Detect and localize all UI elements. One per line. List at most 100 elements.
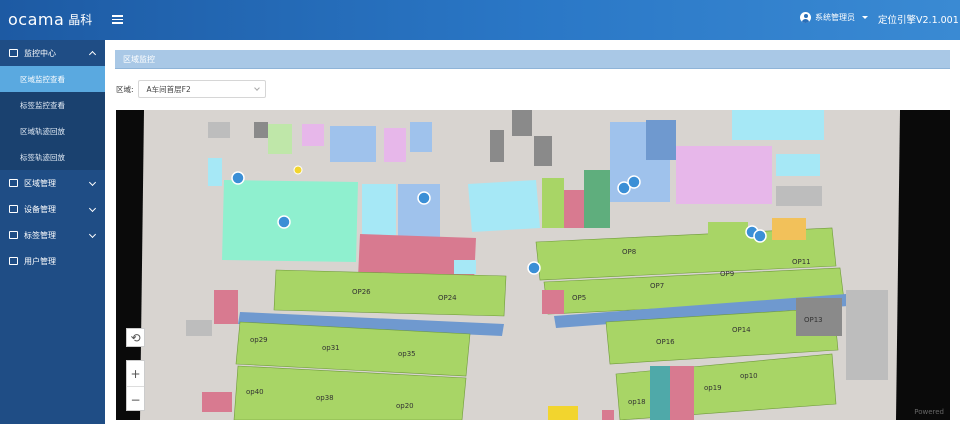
area-select-value: A车间首层F2 <box>146 84 191 94</box>
map-area <box>732 110 824 140</box>
map-area <box>584 170 610 228</box>
map-area-op-row <box>273 269 507 317</box>
location-pin-icon[interactable] <box>753 229 767 243</box>
sidebar-group-area[interactable]: 区域管理 <box>0 170 105 196</box>
sidebar-group-tag[interactable]: 标签管理 <box>0 222 105 248</box>
area-select[interactable]: A车间首层F2 <box>137 80 266 98</box>
map-area <box>208 158 222 186</box>
area-filter-label: 区域: <box>116 84 134 94</box>
area-label: OP24 <box>438 294 457 302</box>
map-area <box>468 180 540 232</box>
location-pin-icon[interactable] <box>293 165 303 175</box>
version-label: 定位引擎V2.1.001 <box>878 15 959 26</box>
map-area <box>454 260 476 274</box>
sidebar-group-monitor[interactable]: 监控中心 <box>0 40 105 66</box>
location-pin-icon[interactable] <box>527 261 541 275</box>
chevron-up-icon <box>88 50 97 59</box>
sidebar-item-tag-playback[interactable]: 标签轨迹回放 <box>0 144 105 170</box>
sidebar-group-device[interactable]: 设备管理 <box>0 196 105 222</box>
tag-icon <box>9 231 18 239</box>
location-pin-icon[interactable] <box>277 215 291 229</box>
floor-map[interactable]: OP26 OP24 OP8 OP9 OP11 OP5 OP7 OP14 OP13… <box>116 110 950 420</box>
map-area <box>542 290 564 314</box>
map-area <box>268 124 292 154</box>
sidebar-group-user[interactable]: 用户管理 <box>0 248 105 274</box>
map-area <box>186 320 212 336</box>
map-area <box>772 218 806 240</box>
sidebar-group-label: 区域管理 <box>24 178 56 188</box>
area-label: OP7 <box>650 282 664 290</box>
map-area <box>214 290 238 324</box>
user-name: 系统管理员 <box>815 13 855 22</box>
map-area <box>254 122 268 138</box>
map-area <box>330 126 376 162</box>
map-watermark: Powered <box>914 408 944 416</box>
menu-toggle-icon[interactable] <box>112 13 123 24</box>
map-area <box>650 366 670 420</box>
floor-map-canvas[interactable]: OP26 OP24 OP8 OP9 OP11 OP5 OP7 OP14 OP13… <box>116 110 950 420</box>
sidebar-group-label: 用户管理 <box>24 256 56 266</box>
area-label: op40 <box>246 388 264 396</box>
logo-cn: 晶科 <box>68 12 93 27</box>
sidebar-item-area-playback[interactable]: 区域轨迹回放 <box>0 118 105 144</box>
map-area <box>776 186 822 206</box>
location-pin-icon[interactable] <box>417 191 431 205</box>
map-area <box>512 110 532 136</box>
area-icon <box>9 179 18 187</box>
user-avatar-icon <box>800 12 811 23</box>
map-area <box>410 122 432 152</box>
area-label: OP5 <box>572 294 586 302</box>
chevron-down-icon <box>88 230 97 239</box>
rotate-map-button[interactable]: ⟲ <box>126 328 145 347</box>
chevron-down-icon <box>88 204 97 213</box>
area-label: OP11 <box>792 258 811 266</box>
map-area <box>208 122 230 138</box>
map-area <box>846 290 888 380</box>
map-area <box>302 124 324 146</box>
location-pin-icon[interactable] <box>231 171 245 185</box>
area-label: op35 <box>398 350 416 358</box>
panel-title: 区域监控 <box>115 50 950 69</box>
area-label: OP13 <box>804 316 823 324</box>
area-label: OP9 <box>720 270 734 278</box>
map-area <box>362 184 396 240</box>
map-area <box>676 146 772 204</box>
area-label: op31 <box>322 344 340 352</box>
map-area <box>776 154 820 176</box>
sidebar-item-tag-monitor[interactable]: 标签监控查看 <box>0 92 105 118</box>
zoom-control: + − <box>126 360 145 411</box>
area-label: op18 <box>628 398 646 406</box>
sidebar-item-area-monitor[interactable]: 区域监控查看 <box>0 66 105 92</box>
sidebar: 监控中心 区域监控查看 标签监控查看 区域轨迹回放 标签轨迹回放 区域管理 设备… <box>0 40 105 424</box>
location-pin-icon[interactable] <box>627 175 641 189</box>
zoom-in-button[interactable]: + <box>127 361 144 386</box>
chevron-down-icon <box>88 178 97 187</box>
map-area <box>490 130 504 162</box>
area-label: op19 <box>704 384 722 392</box>
area-label: op20 <box>396 402 414 410</box>
map-area <box>708 222 748 252</box>
area-label: OP14 <box>732 326 751 334</box>
map-area <box>202 392 232 412</box>
area-label: OP26 <box>352 288 371 296</box>
area-label: op29 <box>250 336 268 344</box>
rotate-icon: ⟲ <box>130 330 141 345</box>
map-area <box>602 410 614 420</box>
caret-down-icon <box>862 16 868 19</box>
monitor-icon <box>9 49 18 57</box>
zoom-out-button[interactable]: − <box>127 386 144 412</box>
device-icon <box>9 205 18 213</box>
sidebar-group-label: 标签管理 <box>24 230 56 240</box>
user-icon <box>9 257 18 265</box>
area-label: op10 <box>740 372 758 380</box>
logo-wordmark: ocama <box>8 9 65 29</box>
area-label: OP8 <box>622 248 636 256</box>
map-area <box>548 406 578 420</box>
area-label: OP16 <box>656 338 675 346</box>
map-area <box>384 128 406 162</box>
user-menu[interactable]: 系统管理员 <box>800 12 868 23</box>
map-area <box>534 136 552 166</box>
logo: ocama 晶科 <box>8 8 92 30</box>
map-area <box>670 366 694 420</box>
map-area <box>398 184 440 240</box>
